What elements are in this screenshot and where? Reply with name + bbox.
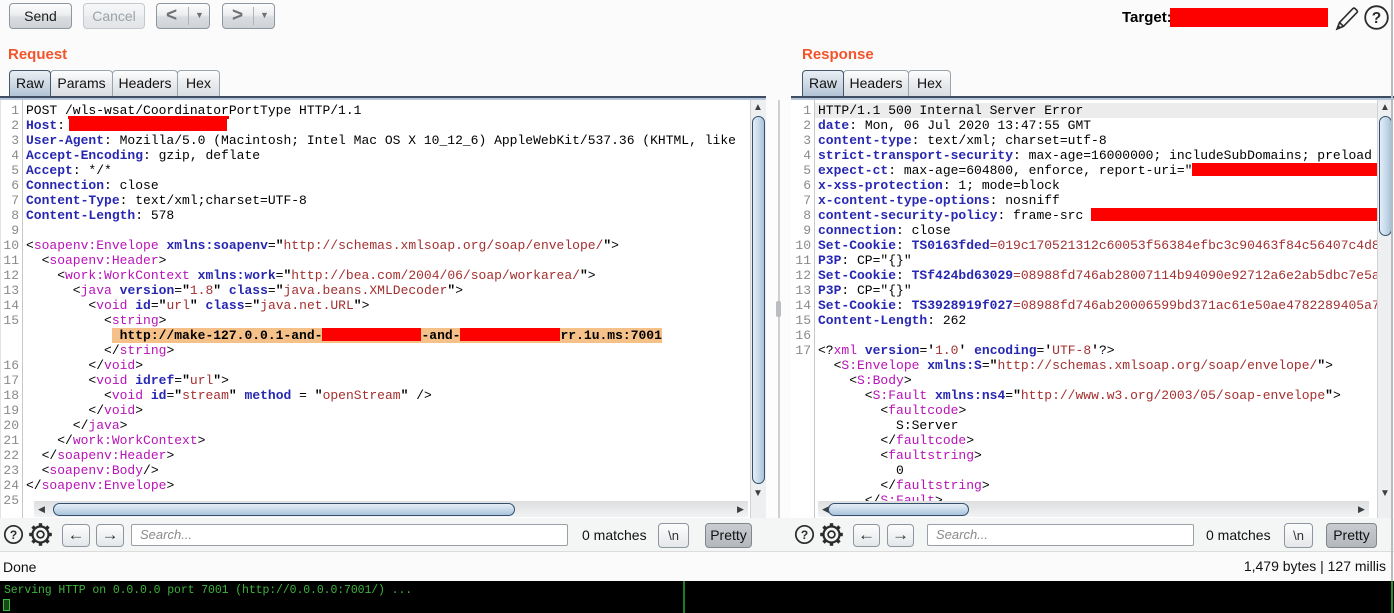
svg-text:?: ? [1372, 10, 1381, 27]
svg-text:?: ? [801, 528, 808, 542]
svg-text:?: ? [10, 528, 17, 542]
